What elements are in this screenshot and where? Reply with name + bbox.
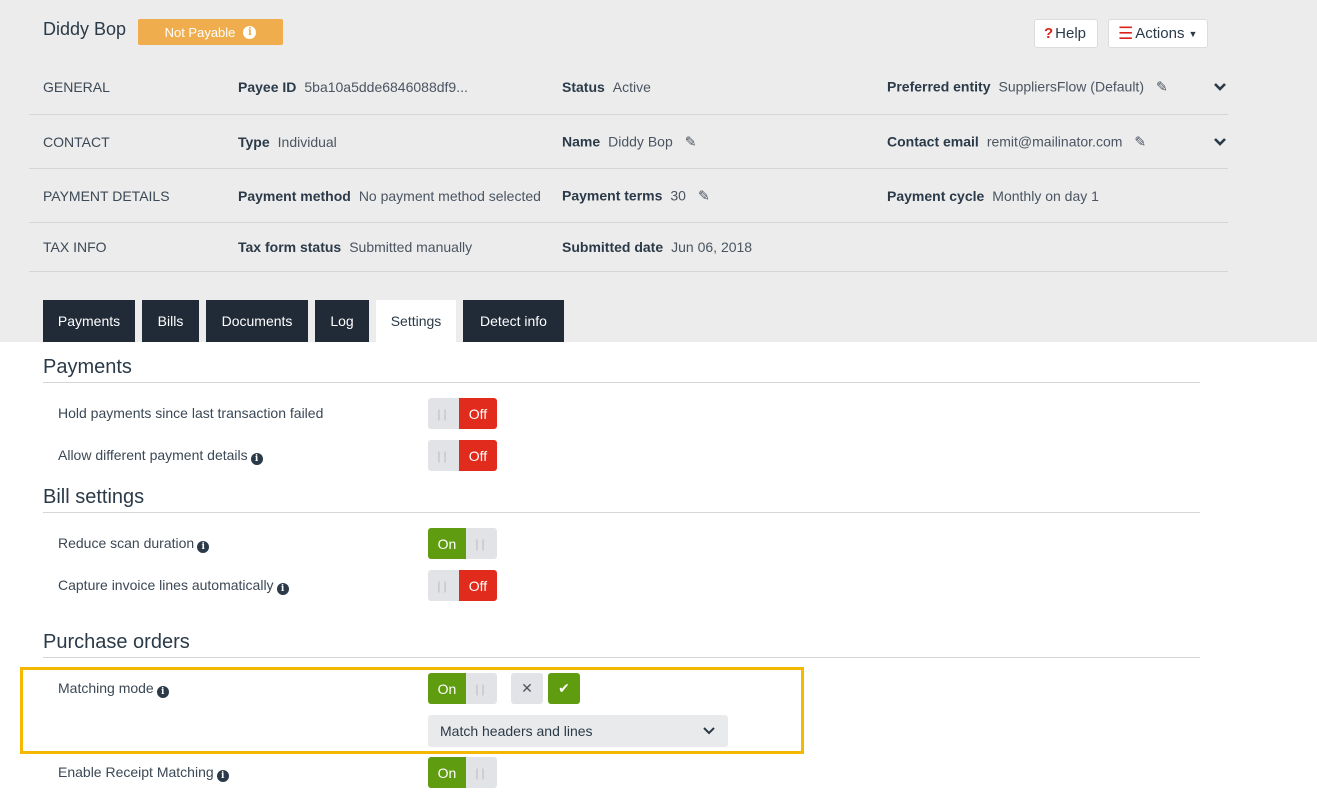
info-icon[interactable]: i bbox=[250, 453, 263, 465]
payee-name: Diddy Bop bbox=[43, 19, 127, 39]
hold-payments-toggle[interactable]: || Off bbox=[428, 398, 497, 429]
payment-cycle-field: Payment cycle Monthly on day 1 bbox=[887, 187, 1099, 204]
toggle-state: Off bbox=[459, 398, 497, 429]
tab-detect-info[interactable]: Detect info bbox=[463, 300, 564, 342]
reduce-scan-duration-label: Reduce scan duration i bbox=[58, 535, 210, 553]
hold-payments-label: Hold payments since last transaction fai… bbox=[58, 405, 324, 421]
status-badge-label: Not Payable bbox=[164, 24, 236, 40]
pencil-icon[interactable]: ✎ bbox=[685, 133, 697, 150]
payment-details-row: PAYMENT DETAILS Payment method No payment… bbox=[29, 169, 1228, 223]
reduce-scan-duration-toggle[interactable]: On || bbox=[428, 528, 497, 559]
submitted-date-field: Submitted date Jun 06, 2018 bbox=[562, 239, 753, 255]
pencil-icon[interactable]: ✎ bbox=[1134, 133, 1146, 150]
type-field: Type Individual bbox=[238, 133, 337, 150]
divider bbox=[43, 657, 1200, 658]
name-field: Name Diddy Bop ✎ bbox=[562, 133, 697, 150]
tax-form-status-field: Tax form status Submitted manually bbox=[238, 239, 473, 255]
payee-id-field: Payee ID 5ba10a5dde6846088df9... bbox=[238, 79, 468, 95]
section-contact: CONTACT bbox=[43, 133, 110, 150]
help-label: Help bbox=[1055, 25, 1087, 42]
tab-bar: Payments Bills Documents Log Settings De… bbox=[43, 300, 564, 342]
enable-receipt-matching-label: Enable Receipt Matching i bbox=[58, 764, 229, 782]
section-general: GENERAL bbox=[43, 79, 110, 95]
payee-header-panel: Diddy Bop Not Payable i ? Help ☰ Actions… bbox=[0, 0, 1317, 342]
info-icon[interactable]: i bbox=[197, 541, 210, 553]
tab-payments[interactable]: Payments bbox=[43, 300, 135, 342]
tab-bills[interactable]: Bills bbox=[142, 300, 199, 342]
bill-settings-section-title: Bill settings bbox=[43, 486, 145, 508]
grip-icon: || bbox=[428, 440, 459, 471]
allow-different-details-toggle[interactable]: || Off bbox=[428, 440, 497, 471]
tab-log[interactable]: Log bbox=[315, 300, 369, 342]
chevron-down-icon[interactable] bbox=[1213, 134, 1227, 150]
payment-terms-field: Payment terms 30 ✎ bbox=[562, 187, 710, 204]
tab-settings[interactable]: Settings bbox=[376, 300, 456, 342]
capture-invoice-lines-label: Capture invoice lines automatically i bbox=[58, 577, 289, 595]
grip-icon: || bbox=[466, 528, 497, 559]
general-row: GENERAL Payee ID 5ba10a5dde6846088df9... … bbox=[29, 60, 1228, 115]
menu-icon: ☰ bbox=[1118, 23, 1134, 43]
status-field: Status Active bbox=[562, 79, 651, 95]
preferred-entity-field: Preferred entity SuppliersFlow (Default) ✎ bbox=[887, 78, 1168, 96]
toggle-state: Off bbox=[459, 570, 497, 601]
info-icon[interactable]: i bbox=[216, 770, 229, 782]
actions-button[interactable]: ☰ Actions ▼ bbox=[1108, 19, 1208, 48]
info-icon[interactable]: i bbox=[276, 583, 289, 595]
contact-row: CONTACT Type Individual Name Diddy Bop ✎ Co… bbox=[29, 115, 1228, 169]
caret-down-icon: ▼ bbox=[1188, 28, 1198, 39]
pencil-icon[interactable]: ✎ bbox=[698, 187, 710, 204]
toggle-state: Off bbox=[459, 440, 497, 471]
highlight-frame bbox=[20, 667, 804, 754]
grip-icon: || bbox=[428, 398, 459, 429]
help-button[interactable]: ? Help bbox=[1034, 19, 1098, 48]
payment-method-field: Payment method No payment method selected bbox=[238, 187, 541, 204]
capture-invoice-lines-toggle[interactable]: || Off bbox=[428, 570, 497, 601]
toggle-state: On bbox=[428, 528, 466, 559]
payments-section-title: Payments bbox=[43, 356, 132, 378]
tax-info-row: TAX INFO Tax form status Submitted manual… bbox=[29, 223, 1228, 272]
allow-different-details-label: Allow different payment details i bbox=[58, 447, 263, 465]
question-icon: ? bbox=[1044, 25, 1054, 42]
enable-receipt-matching-toggle[interactable]: On || bbox=[428, 757, 497, 788]
info-icon[interactable]: i bbox=[243, 25, 257, 39]
divider bbox=[43, 382, 1200, 383]
grip-icon: || bbox=[428, 570, 459, 601]
section-tax-info: TAX INFO bbox=[43, 239, 107, 255]
grip-icon: || bbox=[466, 757, 497, 788]
pencil-icon[interactable]: ✎ bbox=[1156, 79, 1168, 96]
chevron-down-icon[interactable] bbox=[1213, 79, 1227, 95]
actions-label: Actions bbox=[1135, 25, 1185, 42]
contact-email-field: Contact email remit@mailinator.com ✎ bbox=[887, 133, 1147, 150]
purchase-orders-section-title: Purchase orders bbox=[43, 631, 190, 653]
section-payment-details: PAYMENT DETAILS bbox=[43, 187, 170, 204]
status-badge: Not Payable i bbox=[138, 19, 283, 45]
divider bbox=[43, 512, 1200, 513]
toggle-state: On bbox=[428, 757, 466, 788]
tab-documents[interactable]: Documents bbox=[206, 300, 308, 342]
